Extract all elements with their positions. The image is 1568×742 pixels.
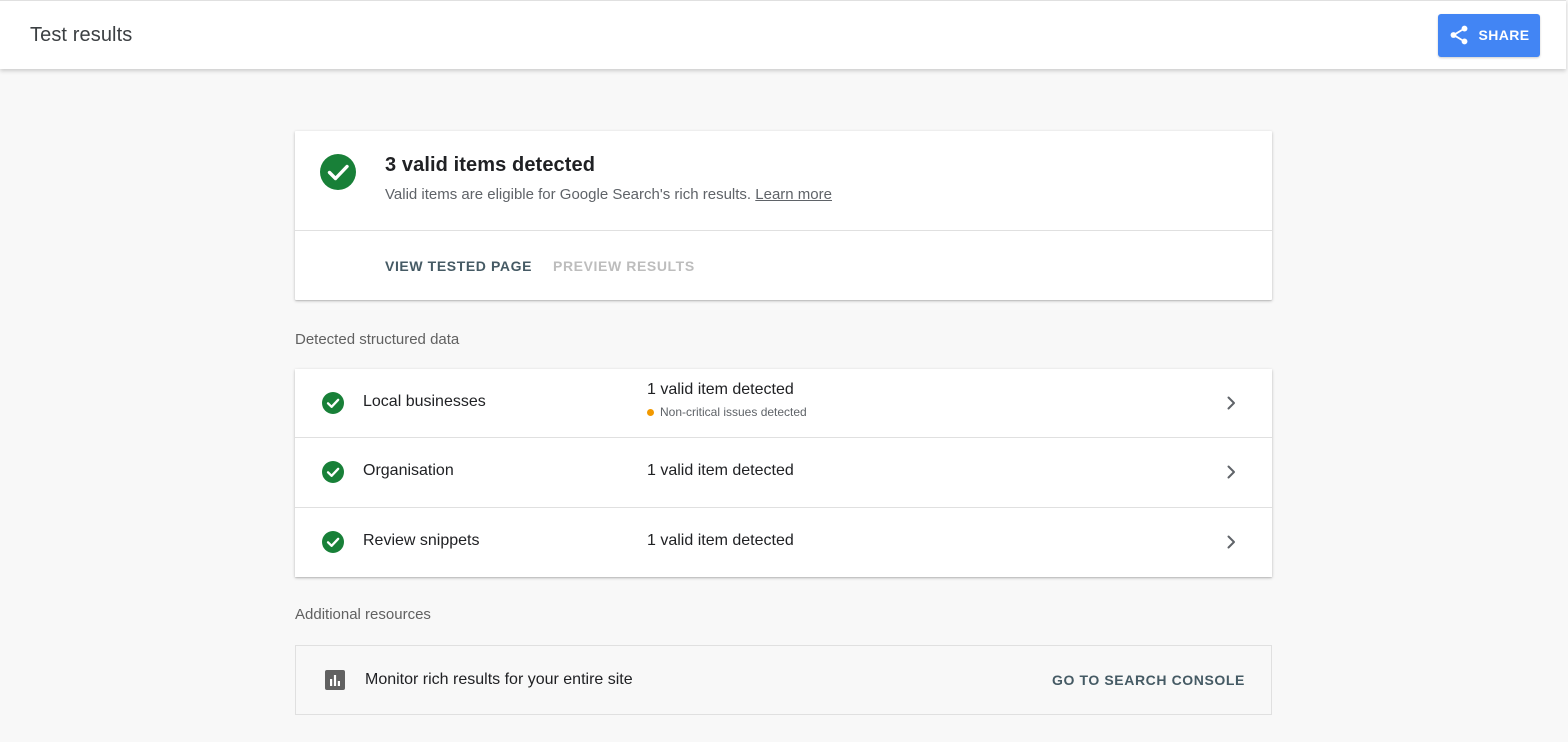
app-header: Test results SHARE: [0, 0, 1566, 69]
share-button-label: SHARE: [1478, 27, 1530, 43]
monitor-text: Monitor rich results for your entire sit…: [365, 671, 633, 688]
summary-top: 3 valid items detected Valid items are e…: [295, 131, 1272, 231]
learn-more-link[interactable]: Learn more: [755, 186, 832, 203]
summary-actions: VIEW TESTED PAGE PREVIEW RESULTS: [295, 231, 1272, 299]
page-title: Test results: [30, 23, 133, 46]
list-item-local-businesses[interactable]: Local businesses 1 valid item detected N…: [295, 369, 1272, 439]
item-issue-text: Non-critical issues detected: [660, 405, 807, 420]
summary-headline: 3 valid items detected: [385, 154, 596, 176]
detected-list: Local businesses 1 valid item detected N…: [295, 369, 1272, 577]
chevron-right-icon: [1222, 533, 1240, 551]
item-status: 1 valid item detected: [647, 462, 794, 480]
item-status: 1 valid item detected: [647, 532, 794, 550]
summary-description: Valid items are eligible for Google Sear…: [385, 186, 832, 203]
warning-dot-icon: [647, 408, 654, 416]
item-status: 1 valid item detected: [647, 381, 794, 399]
chevron-right-icon: [1222, 394, 1240, 412]
check-circle-icon: [322, 461, 344, 484]
resource-card: Monitor rich results for your entire sit…: [295, 645, 1272, 715]
preview-results-button[interactable]: PREVIEW RESULTS: [553, 258, 695, 274]
check-circle-icon: [322, 531, 344, 554]
list-item-review-snippets[interactable]: Review snippets 1 valid item detected: [295, 508, 1272, 577]
item-name: Review snippets: [363, 532, 480, 550]
chevron-right-icon: [1222, 463, 1240, 481]
share-icon: [1448, 24, 1470, 46]
bar-chart-icon: [325, 670, 345, 690]
view-tested-page-button[interactable]: VIEW TESTED PAGE: [385, 258, 532, 274]
check-circle-icon: [322, 392, 344, 415]
item-name: Organisation: [363, 462, 454, 480]
share-button[interactable]: SHARE: [1438, 13, 1540, 57]
item-name: Local businesses: [363, 393, 486, 411]
item-issue: Non-critical issues detected: [647, 405, 807, 419]
go-to-search-console-button[interactable]: GO TO SEARCH CONSOLE: [1052, 672, 1245, 688]
summary-card: 3 valid items detected Valid items are e…: [295, 131, 1272, 300]
check-circle-icon: [320, 154, 356, 190]
additional-section-label: Additional resources: [295, 606, 431, 623]
list-item-organisation[interactable]: Organisation 1 valid item detected: [295, 438, 1272, 508]
summary-description-text: Valid items are eligible for Google Sear…: [385, 186, 752, 203]
detected-section-label: Detected structured data: [295, 331, 460, 348]
